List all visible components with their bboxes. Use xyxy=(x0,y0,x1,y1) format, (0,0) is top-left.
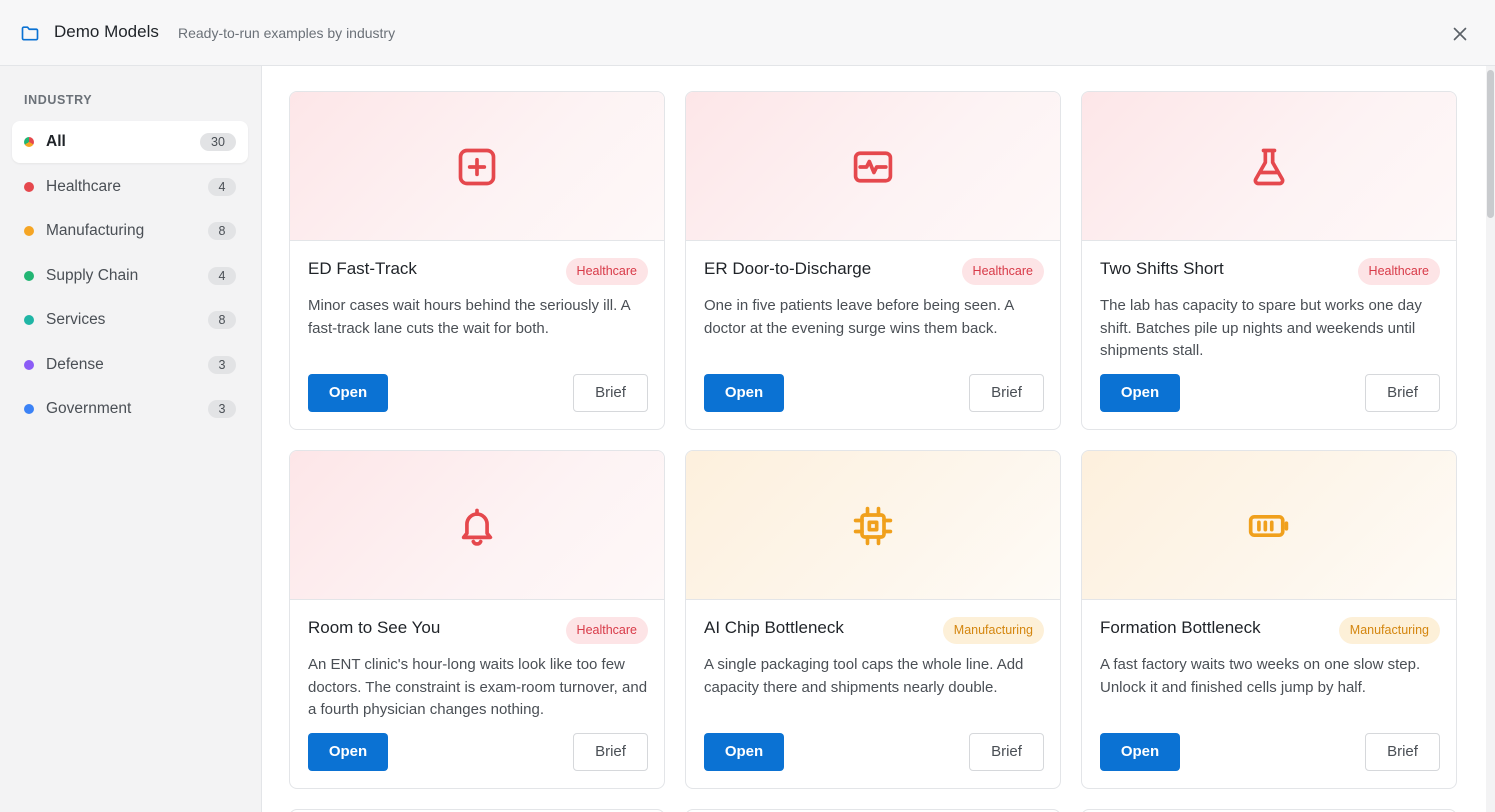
open-button[interactable]: Open xyxy=(1100,374,1180,412)
demo-card: ER Door-to-Discharge Healthcare One in f… xyxy=(685,91,1061,430)
dialog-subtitle: Ready-to-run examples by industry xyxy=(178,25,396,41)
industry-badge: Manufacturing xyxy=(1338,617,1440,644)
folder-icon xyxy=(21,26,39,41)
demo-card: Two Shifts Short Healthcare The lab has … xyxy=(1081,91,1457,430)
card-description: The lab has capacity to spare but works … xyxy=(1100,297,1422,359)
open-button[interactable]: Open xyxy=(704,733,784,771)
card-title: ED Fast-Track xyxy=(308,259,417,278)
industry-badge: Manufacturing xyxy=(942,617,1044,644)
brief-button[interactable]: Brief xyxy=(573,733,648,771)
dialog-title: Demo Models xyxy=(54,22,159,41)
card-hero xyxy=(290,451,664,600)
brief-button[interactable]: Brief xyxy=(969,733,1044,771)
card-description: An ENT clinic's hour-long waits look lik… xyxy=(308,656,648,718)
demo-card: ED Fast-Track Healthcare Minor cases wai… xyxy=(289,91,665,430)
industry-badge: Healthcare xyxy=(1357,258,1440,285)
sidebar-item-label: Manufacturing xyxy=(46,222,145,239)
sidebar-item-label: Defense xyxy=(46,356,104,373)
card-hero xyxy=(290,92,664,241)
sidebar-item-count: 4 xyxy=(208,178,236,196)
brief-button[interactable]: Brief xyxy=(573,374,648,412)
supply-chain-dot-icon xyxy=(24,271,34,281)
demo-card: Formation Bottleneck Manufacturing A fas… xyxy=(1081,450,1457,789)
dialog-header: Demo Models Ready-to-run examples by ind… xyxy=(0,0,1495,66)
sidebar-item-count: 4 xyxy=(208,267,236,285)
card-description: A fast factory waits two weeks on one sl… xyxy=(1100,656,1421,696)
sidebar-item-label: All xyxy=(46,133,66,150)
sidebar-item-all[interactable]: All 30 xyxy=(12,121,248,163)
sidebar-item-count: 8 xyxy=(208,311,236,329)
sidebar-item-label: Government xyxy=(46,400,132,417)
card-hero xyxy=(1082,451,1456,600)
card-hero xyxy=(686,451,1060,600)
open-button[interactable]: Open xyxy=(1100,733,1180,771)
card-title: Room to See You xyxy=(308,618,441,637)
sidebar-item-label: Services xyxy=(46,311,106,328)
industry-badge: Healthcare xyxy=(565,258,648,285)
open-button[interactable]: Open xyxy=(308,733,388,771)
healthcare-dot-icon xyxy=(24,182,34,192)
industry-sidebar: INDUSTRY All 30 Healthcare 4 Manufacturi… xyxy=(0,66,262,812)
card-title: AI Chip Bottleneck xyxy=(704,618,844,637)
sidebar-item-manufacturing[interactable]: Manufacturing 8 xyxy=(12,210,248,252)
open-button[interactable]: Open xyxy=(308,374,388,412)
brief-button[interactable]: Brief xyxy=(1365,733,1440,771)
industry-badge: Healthcare xyxy=(565,617,648,644)
bell-icon xyxy=(461,508,493,546)
manufacturing-dot-icon xyxy=(24,226,34,236)
industry-badge: Healthcare xyxy=(961,258,1044,285)
sidebar-item-government[interactable]: Government 3 xyxy=(12,388,248,430)
brief-button[interactable]: Brief xyxy=(1365,374,1440,412)
card-description: A single packaging tool caps the whole l… xyxy=(704,656,1024,696)
sidebar-item-count: 30 xyxy=(200,133,236,151)
card-title: Two Shifts Short xyxy=(1100,259,1224,278)
demo-card: AI Chip Bottleneck Manufacturing A singl… xyxy=(685,450,1061,789)
sidebar-section-label: INDUSTRY xyxy=(24,93,93,107)
sidebar-item-count: 3 xyxy=(208,356,236,374)
government-dot-icon xyxy=(24,404,34,414)
defense-dot-icon xyxy=(24,360,34,370)
sidebar-item-count: 3 xyxy=(208,400,236,418)
sidebar-item-defense[interactable]: Defense 3 xyxy=(12,344,248,386)
sidebar-item-services[interactable]: Services 8 xyxy=(12,299,248,341)
card-description: One in five patients leave before being … xyxy=(704,297,1014,337)
services-dot-icon xyxy=(24,315,34,325)
scrollbar-thumb[interactable] xyxy=(1487,70,1494,218)
close-icon[interactable] xyxy=(1449,23,1471,45)
sidebar-item-count: 8 xyxy=(208,222,236,240)
card-hero xyxy=(1082,92,1456,241)
battery-icon xyxy=(1248,515,1289,537)
sidebar-item-healthcare[interactable]: Healthcare 4 xyxy=(12,166,248,208)
sidebar-item-label: Healthcare xyxy=(46,178,121,195)
heart-monitor-icon xyxy=(853,151,893,183)
brief-button[interactable]: Brief xyxy=(969,374,1044,412)
flask-icon xyxy=(1253,148,1285,186)
card-title: Formation Bottleneck xyxy=(1100,618,1261,637)
main-scrollbar[interactable] xyxy=(1486,66,1495,812)
card-grid: ED Fast-Track Healthcare Minor cases wai… xyxy=(262,66,1495,812)
chip-icon xyxy=(853,506,893,546)
card-title: ER Door-to-Discharge xyxy=(704,259,872,278)
card-description: Minor cases wait hours behind the seriou… xyxy=(308,297,630,337)
medical-plus-icon xyxy=(458,148,496,186)
all-dot-icon xyxy=(24,137,34,147)
open-button[interactable]: Open xyxy=(704,374,784,412)
demo-card: Room to See You Healthcare An ENT clinic… xyxy=(289,450,665,789)
sidebar-item-supply-chain[interactable]: Supply Chain 4 xyxy=(12,255,248,297)
card-hero xyxy=(686,92,1060,241)
sidebar-item-label: Supply Chain xyxy=(46,267,139,284)
